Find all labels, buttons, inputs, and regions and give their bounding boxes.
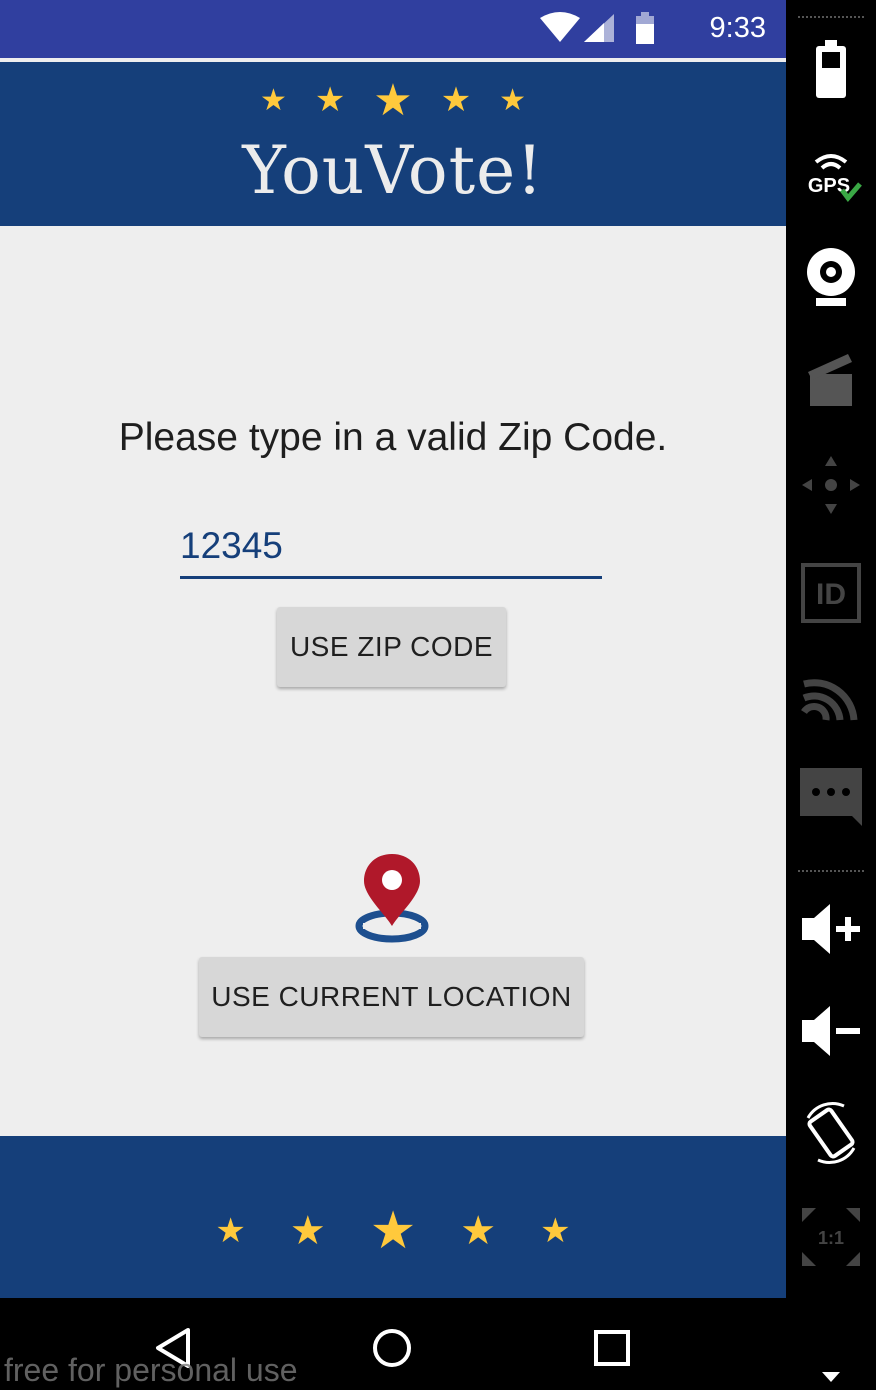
id-label: ID [816, 578, 846, 611]
signal-icon [584, 14, 614, 42]
rotate-icon[interactable] [798, 1100, 864, 1166]
chevron-down-icon[interactable] [822, 1372, 840, 1384]
app-footer: ★ ★ ★ ★ ★ [0, 1136, 786, 1298]
footer-stars: ★ ★ ★ ★ ★ [0, 1200, 786, 1261]
one-to-one-icon[interactable]: 1:1 [798, 1204, 864, 1270]
scale-label: 1:1 [818, 1228, 844, 1248]
message-icon[interactable] [798, 764, 864, 830]
battery-icon[interactable] [798, 38, 864, 104]
volume-up-icon[interactable] [798, 896, 864, 962]
camera-icon[interactable] [798, 244, 864, 310]
home-icon[interactable] [370, 1326, 414, 1370]
star-icon: ★ [540, 1210, 571, 1251]
app-screen: 9:33 ★ ★ ★ ★ ★ YouVote! Please type in a… [0, 0, 786, 1298]
status-time: 9:33 [709, 12, 766, 44]
panel-divider [798, 870, 864, 876]
clapper-icon[interactable] [798, 350, 864, 416]
app-title: YouVote! [242, 132, 544, 209]
cast-icon[interactable] [798, 664, 864, 730]
star-icon: ★ [289, 1207, 326, 1254]
id-icon[interactable]: ID [798, 560, 864, 626]
star-icon: ★ [314, 80, 346, 120]
panel-divider [798, 16, 864, 22]
use-current-location-button[interactable]: USE CURRENT LOCATION [199, 957, 584, 1037]
header-stars: ★ ★ ★ ★ ★ [0, 74, 786, 126]
app-header: ★ ★ ★ ★ ★ YouVote! [0, 62, 786, 226]
gps-icon[interactable]: GPS [798, 146, 864, 212]
recents-icon[interactable] [590, 1326, 634, 1370]
star-icon: ★ [369, 1200, 417, 1261]
star-icon: ★ [215, 1210, 246, 1251]
status-bar: 9:33 [0, 0, 786, 58]
wifi-icon [540, 12, 580, 42]
status-icons [540, 12, 654, 44]
star-icon: ★ [460, 1207, 497, 1254]
battery-icon [636, 12, 654, 44]
zip-code-input[interactable] [180, 516, 602, 579]
watermark: free for personal use [4, 1352, 298, 1388]
zip-prompt: Please type in a valid Zip Code. [118, 416, 668, 459]
emulator-side-panel: GPS ID 1:1 [786, 0, 876, 1390]
star-icon: ★ [440, 80, 472, 120]
use-zip-code-button[interactable]: USE ZIP CODE [277, 607, 506, 687]
star-icon: ★ [373, 74, 413, 126]
dpad-icon[interactable] [798, 452, 864, 518]
volume-down-icon[interactable] [798, 998, 864, 1064]
star-icon: ★ [259, 82, 287, 118]
star-icon: ★ [499, 82, 527, 118]
location-pin-icon [355, 854, 429, 943]
